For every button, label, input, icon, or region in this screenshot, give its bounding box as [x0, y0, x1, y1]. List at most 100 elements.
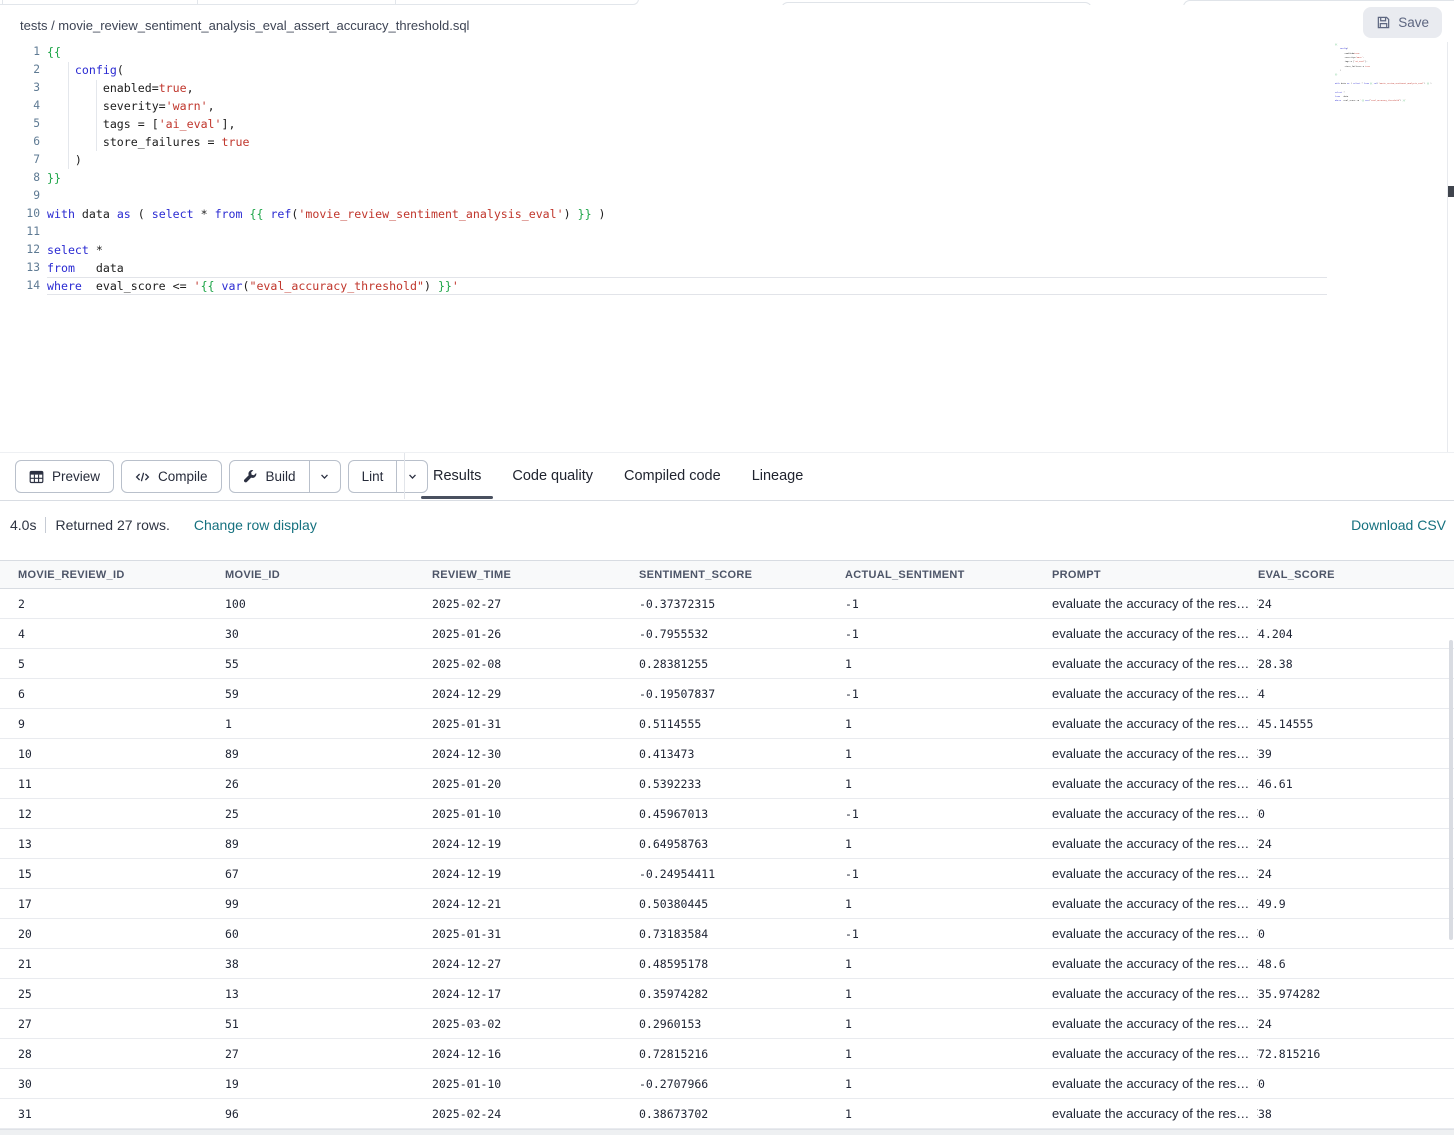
indent-guide — [68, 62, 69, 169]
table-cell: 1 — [845, 1077, 1052, 1091]
expand-prompt-icon[interactable] — [1255, 1048, 1258, 1057]
table-cell: 1 — [225, 717, 432, 731]
save-button[interactable]: Save — [1363, 7, 1442, 38]
table-cell: 51 — [225, 1017, 432, 1031]
change-row-display-link[interactable]: Change row display — [194, 517, 317, 533]
tab-code-quality[interactable]: Code quality — [500, 453, 605, 499]
table-cell: 13 — [0, 837, 225, 851]
table-cell: 0.5114555 — [639, 717, 845, 731]
chevron-down-icon — [406, 470, 419, 483]
table-cell: evaluate the accuracy of the res… — [1052, 836, 1258, 851]
tab-compiled-code[interactable]: Compiled code — [612, 453, 733, 499]
expand-prompt-icon[interactable] — [1255, 1018, 1258, 1027]
table-cell: 2 — [0, 597, 225, 611]
expand-prompt-icon[interactable] — [1255, 898, 1258, 907]
table-cell: 0.64958763 — [639, 837, 845, 851]
code-line — [47, 187, 1327, 205]
tab-lineage[interactable]: Lineage — [740, 453, 816, 499]
table-cell: -0.37372315 — [639, 597, 845, 611]
table-row: 17992024-12-210.503804451evaluate the ac… — [0, 889, 1454, 919]
expand-prompt-icon[interactable] — [1255, 1078, 1258, 1087]
code-line: with data as ( select * from {{ ref('mov… — [1335, 82, 1447, 86]
table-cell: 38 — [1258, 1107, 1454, 1121]
preview-button-main[interactable]: Preview — [16, 461, 113, 492]
preview-button[interactable]: Preview — [15, 460, 114, 493]
table-cell: 2025-02-08 — [432, 657, 639, 671]
expand-prompt-icon[interactable] — [1255, 868, 1258, 877]
code-editor[interactable]: 1234567891011121314 {{ config( enabled=t… — [0, 42, 1454, 454]
code-area[interactable]: {{ config( enabled=true, severity='warn'… — [47, 43, 1327, 295]
table-cell: 2025-01-31 — [432, 927, 639, 941]
preview-label: Preview — [52, 469, 100, 484]
prompt-text: evaluate the accuracy of the res… — [1052, 956, 1249, 971]
table-row: 10892024-12-300.4134731evaluate the accu… — [0, 739, 1454, 769]
table-row: 21382024-12-270.485951781evaluate the ac… — [0, 949, 1454, 979]
table-cell: 48.6 — [1258, 957, 1454, 971]
download-csv-link[interactable]: Download CSV — [1351, 517, 1446, 533]
table-cell: -0.7955532 — [639, 627, 845, 641]
line-number: 11 — [0, 223, 40, 241]
table-cell: 31 — [0, 1107, 225, 1121]
query-duration: 4.0s — [10, 517, 36, 533]
results-toolbar: Preview Compile — [0, 452, 1454, 501]
table-cell: 2025-03-02 — [432, 1017, 639, 1031]
table-cell: 15 — [0, 867, 225, 881]
table-cell: 11 — [0, 777, 225, 791]
expand-prompt-icon[interactable] — [1255, 658, 1258, 667]
table-row: 25132024-12-170.359742821evaluate the ac… — [0, 979, 1454, 1009]
table-row: 31962025-02-240.386737021evaluate the ac… — [0, 1099, 1454, 1129]
expand-prompt-icon[interactable] — [1255, 628, 1258, 637]
row-count-summary: Returned 27 rows. — [55, 517, 169, 533]
prompt-text: evaluate the accuracy of the res… — [1052, 986, 1249, 1001]
editor-scrollbar-track — [1447, 42, 1448, 454]
minimap[interactable]: {{ config( enabled=true, severity='warn'… — [1335, 43, 1447, 223]
lint-label: Lint — [362, 469, 384, 484]
compile-button-main[interactable]: Compile — [122, 461, 221, 492]
expand-prompt-icon[interactable] — [1255, 688, 1258, 697]
expand-prompt-icon[interactable] — [1255, 838, 1258, 847]
table-cell: 2025-01-31 — [432, 717, 639, 731]
expand-prompt-icon[interactable] — [1255, 748, 1258, 757]
table-row: 27512025-03-020.29601531evaluate the acc… — [0, 1009, 1454, 1039]
build-dropdown-button[interactable] — [309, 461, 340, 492]
expand-prompt-icon[interactable] — [1255, 718, 1258, 727]
table-cell: 96 — [225, 1107, 432, 1121]
expand-prompt-icon[interactable] — [1255, 1108, 1258, 1117]
line-number: 12 — [0, 241, 40, 259]
expand-prompt-icon[interactable] — [1255, 988, 1258, 997]
code-line: {{ — [47, 43, 1327, 61]
line-number: 3 — [0, 79, 40, 97]
table-cell: 100 — [225, 597, 432, 611]
expand-prompt-icon[interactable] — [1255, 808, 1258, 817]
compile-button[interactable]: Compile — [121, 460, 222, 493]
table-cell: -0.24954411 — [639, 867, 845, 881]
line-number: 10 — [0, 205, 40, 223]
table-cell: 39 — [1258, 747, 1454, 761]
results-rows: 21002025-02-27-0.37372315-1evaluate the … — [0, 589, 1454, 1129]
table-cell: 2024-12-30 — [432, 747, 639, 761]
table-cell: 10 — [0, 747, 225, 761]
build-button[interactable]: Build — [230, 461, 309, 492]
table-cell: 25 — [225, 807, 432, 821]
table-row: 21002025-02-27-0.37372315-1evaluate the … — [0, 589, 1454, 619]
table-cell: 0.50380445 — [639, 897, 845, 911]
table-vertical-scrollbar[interactable] — [1449, 640, 1453, 940]
table-cell: 5 — [0, 657, 225, 671]
expand-prompt-icon[interactable] — [1255, 958, 1258, 967]
build-button-group: Build — [229, 460, 341, 493]
expand-prompt-icon[interactable] — [1255, 928, 1258, 937]
editor-scroll-mark[interactable] — [1448, 186, 1454, 197]
code-line: config( — [47, 61, 1327, 79]
table-cell: evaluate the accuracy of the res… — [1052, 806, 1258, 821]
table-cell: 55 — [225, 657, 432, 671]
table-horizontal-scrollbar[interactable] — [0, 1129, 1454, 1135]
table-cell: 1 — [845, 987, 1052, 1001]
expand-prompt-icon[interactable] — [1255, 598, 1258, 607]
table-cell: 0.73183584 — [639, 927, 845, 941]
table-cell: 30 — [0, 1077, 225, 1091]
lint-button[interactable]: Lint — [349, 461, 397, 492]
table-cell: 2025-01-10 — [432, 1077, 639, 1091]
tab-results[interactable]: Results — [421, 453, 493, 499]
expand-prompt-icon[interactable] — [1255, 778, 1258, 787]
table-cell: 2024-12-17 — [432, 987, 639, 1001]
